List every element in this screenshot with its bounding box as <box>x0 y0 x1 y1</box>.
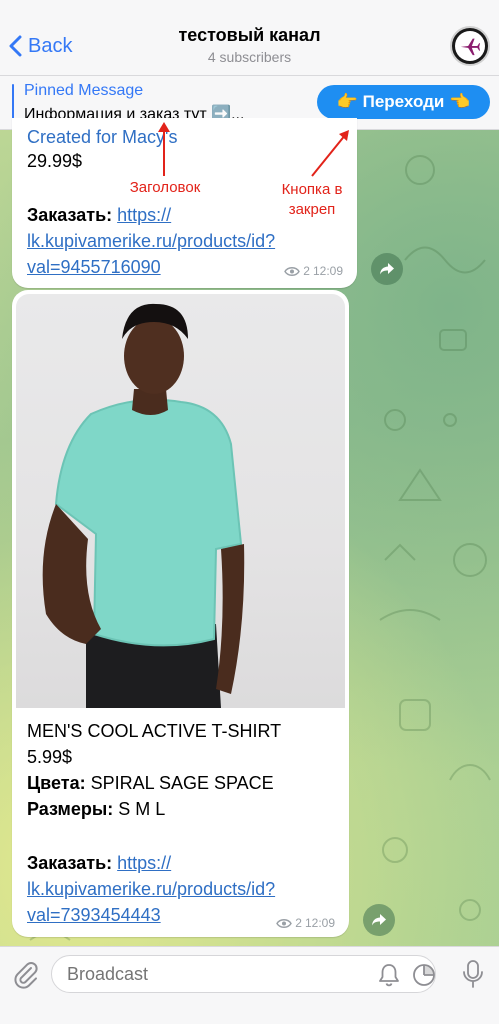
paperclip-icon[interactable] <box>10 959 42 991</box>
annotation-button-line1: Кнопка в <box>281 181 343 198</box>
order-label: Заказать <box>27 853 107 873</box>
order-link[interactable]: https:// <box>117 205 171 225</box>
message-meta: 2 12:09 <box>276 916 335 930</box>
annotation-arrows <box>158 122 349 177</box>
message-time: 12:09 <box>304 916 335 930</box>
sizes-label: Размеры <box>27 799 108 819</box>
share-button[interactable] <box>371 253 403 285</box>
bell-icon[interactable] <box>376 962 402 988</box>
order-label: Заказать <box>27 205 107 225</box>
order-link-line2[interactable]: lk.kupivamerike.ru/products/id? <box>27 228 275 254</box>
share-button[interactable] <box>363 904 395 936</box>
annotation-heading: Заголовок <box>129 179 201 196</box>
sizes-value: S M L <box>118 799 166 819</box>
colors-label: Цвета <box>27 773 80 793</box>
annotation-button-line2: закреп <box>288 201 336 218</box>
order-link-line2[interactable]: lk.kupivamerike.ru/products/id? <box>27 876 275 902</box>
order-link[interactable]: https:// <box>117 853 171 873</box>
colors-value: SPIRAL SAGE SPACE <box>90 773 274 793</box>
product-title: MEN'S COOL ACTIVE T-SHIRT <box>27 721 282 741</box>
product-photo[interactable] <box>16 294 345 708</box>
man-in-tshirt-image <box>42 303 245 708</box>
eye-icon <box>276 918 293 928</box>
order-link-line3[interactable]: val=9455716090 <box>27 254 161 280</box>
share-arrow-icon <box>380 263 394 275</box>
message-bubble[interactable]: MEN'S COOL ACTIVE T-SHIRT 5.99$ Цвета: S… <box>12 290 349 937</box>
product-price: 5.99$ <box>27 747 73 767</box>
view-count: 2 <box>303 264 310 278</box>
message-time: 12:09 <box>312 264 343 278</box>
microphone-icon[interactable] <box>459 959 487 989</box>
sticker-icon[interactable] <box>411 962 437 988</box>
share-arrow-icon <box>372 914 386 926</box>
message-input-bar <box>0 946 499 1024</box>
view-count: 2 <box>295 916 302 930</box>
order-link-line3[interactable]: val=7393454443 <box>27 902 161 928</box>
message-meta: 2 12:09 <box>284 264 343 278</box>
eye-icon <box>284 266 301 276</box>
